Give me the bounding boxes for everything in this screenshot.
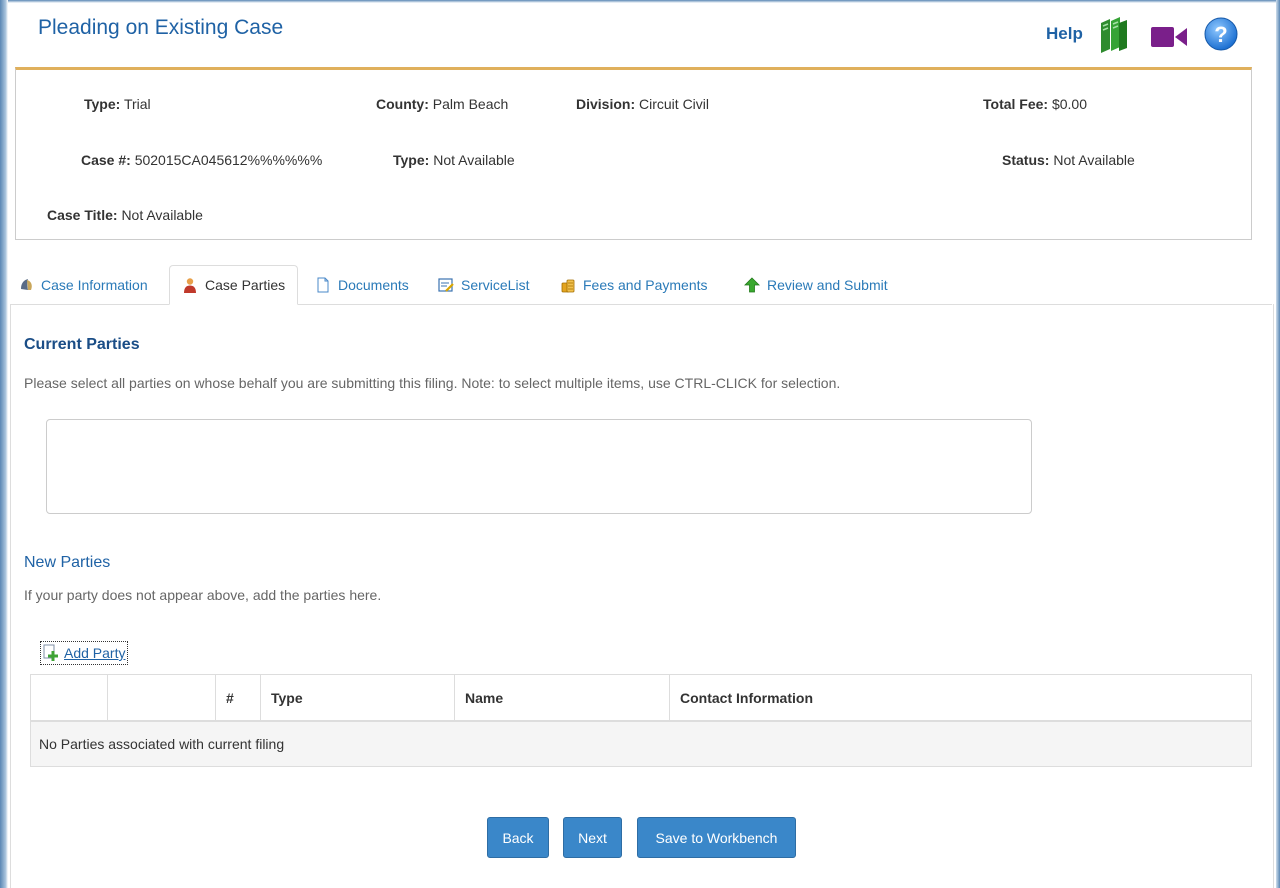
- tab-servicelist[interactable]: ServiceList: [438, 265, 529, 304]
- tab-label: Case Information: [41, 276, 148, 293]
- case-type-value: Trial: [123, 96, 151, 112]
- help-books-icon[interactable]: [1098, 17, 1128, 53]
- coins-icon: [561, 279, 575, 292]
- case-title-value: Not Available: [121, 207, 203, 223]
- county-field: County: Palm Beach: [376, 96, 508, 112]
- back-button[interactable]: Back: [487, 817, 549, 858]
- green-up-arrow-icon: [744, 276, 760, 292]
- new-parties-hint: If your party does not appear above, add…: [24, 587, 382, 603]
- division-value: Circuit Civil: [639, 96, 710, 112]
- help-link[interactable]: Help: [1046, 24, 1083, 44]
- tab-case-parties[interactable]: Case Parties: [169, 265, 299, 305]
- tab-label: Fees and Payments: [583, 276, 708, 293]
- column-header-blank-1: [30, 674, 108, 722]
- service-list-icon: [438, 277, 454, 292]
- current-parties-hint: Please select all parties on whose behal…: [24, 375, 841, 391]
- tab-label: ServiceList: [461, 276, 530, 293]
- add-party-link[interactable]: Add Party: [40, 641, 129, 665]
- division-field: Division: Circuit Civil: [576, 96, 709, 112]
- column-header-number: #: [215, 674, 261, 722]
- county-label: County:: [376, 96, 429, 112]
- table-header-row: # Type Name Contact Information: [30, 674, 1252, 722]
- total-fee-label: Total Fee:: [983, 96, 1049, 112]
- case-type-label: Type:: [84, 96, 121, 112]
- next-button[interactable]: Next: [563, 817, 622, 858]
- case-category-field: Type: Not Available: [393, 152, 515, 168]
- case-info-icon: [21, 278, 32, 290]
- new-parties-heading: New Parties: [24, 554, 111, 571]
- case-number-field: Case #: 502015CA045612%%%%%%: [81, 152, 322, 168]
- tab-bar: Case Information Case Parties Documents …: [10, 265, 1272, 305]
- current-parties-multiselect[interactable]: [46, 419, 1032, 514]
- add-icon: [43, 644, 58, 661]
- add-party-label: Add Party: [64, 645, 126, 661]
- case-category-label: Type:: [393, 152, 430, 168]
- table-row: No Parties associated with current filin…: [30, 720, 1252, 767]
- column-header-name: Name: [454, 674, 670, 722]
- video-camera-icon[interactable]: [1150, 25, 1188, 49]
- total-fee-value: $0.00: [1051, 96, 1088, 112]
- current-parties-heading: Current Parties: [24, 336, 140, 353]
- tab-label: Case Parties: [205, 277, 286, 293]
- window-frame-top: [0, 0, 1280, 3]
- county-value: Palm Beach: [432, 96, 509, 112]
- column-header-type: Type: [260, 674, 455, 722]
- person-icon: [184, 278, 196, 293]
- document-icon: [317, 277, 329, 292]
- empty-table-message: No Parties associated with current filin…: [30, 720, 1252, 767]
- window-frame-right: [1276, 0, 1280, 888]
- column-header-contact-information: Contact Information: [669, 674, 1252, 722]
- status-label: Status:: [1002, 152, 1050, 168]
- tab-label: Review and Submit: [767, 276, 888, 293]
- tab-fees-and-payments[interactable]: Fees and Payments: [560, 265, 708, 304]
- case-title-field: Case Title: Not Available: [47, 207, 203, 223]
- tab-documents[interactable]: Documents: [315, 265, 409, 304]
- svg-text:?: ?: [1214, 22, 1227, 47]
- tab-label: Documents: [338, 276, 409, 293]
- tab-review-and-submit[interactable]: Review and Submit: [744, 265, 888, 304]
- column-header-blank-2: [107, 674, 216, 722]
- save-to-workbench-button[interactable]: Save to Workbench: [637, 817, 796, 858]
- total-fee-field: Total Fee: $0.00: [983, 96, 1087, 112]
- window-frame-left: [0, 0, 8, 888]
- case-number-label: Case #:: [81, 152, 131, 168]
- case-number-value: 502015CA045612%%%%%%: [134, 152, 323, 168]
- division-label: Division:: [576, 96, 636, 112]
- new-parties-table: # Type Name Contact Information No Parti…: [30, 674, 1252, 767]
- case-type-field: Type: Trial: [84, 96, 151, 112]
- page-title: Pleading on Existing Case: [38, 16, 284, 39]
- status-value: Not Available: [1053, 152, 1135, 168]
- case-title-label: Case Title:: [47, 207, 118, 223]
- status-field: Status: Not Available: [1002, 152, 1135, 168]
- question-mark-icon[interactable]: ?: [1204, 17, 1238, 51]
- tab-case-information[interactable]: Case Information: [18, 265, 148, 304]
- case-category-value: Not Available: [433, 152, 515, 168]
